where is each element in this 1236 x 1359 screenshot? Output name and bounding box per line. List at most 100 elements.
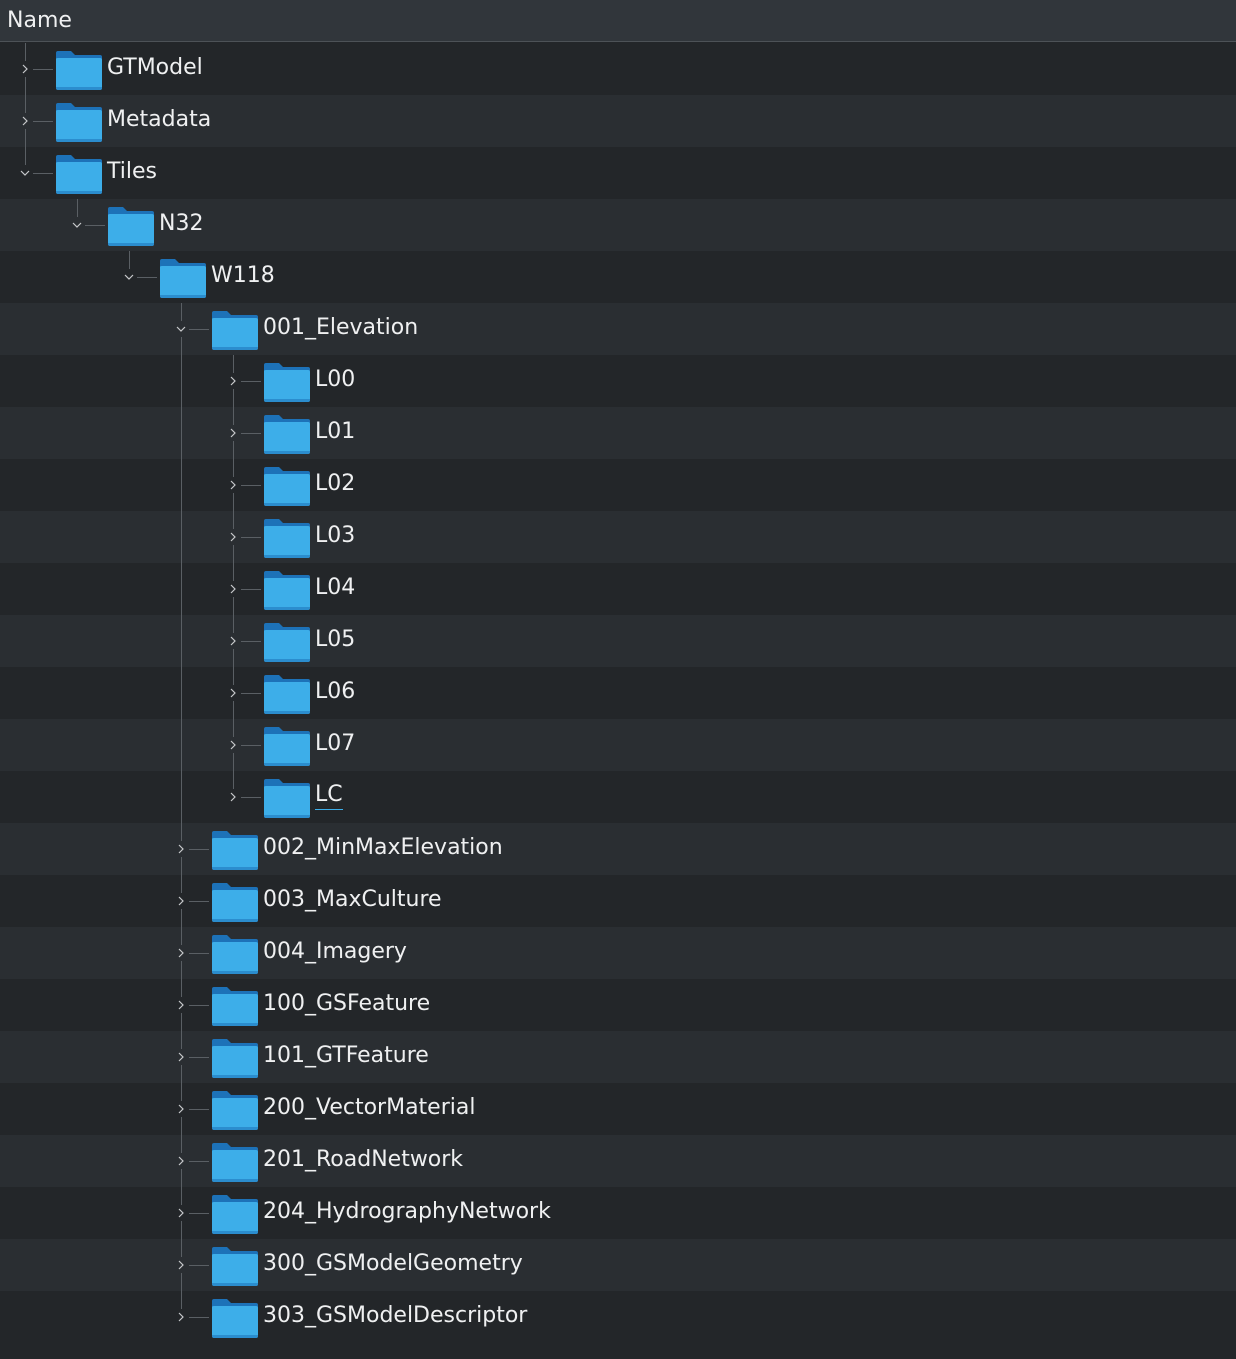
folder-icon <box>263 777 311 819</box>
folder-name-label: L03 <box>315 523 356 548</box>
folder-name-label: Tiles <box>107 159 157 184</box>
tree-row[interactable]: 200_VectorMaterial <box>0 1083 1236 1135</box>
tree-guide-line <box>181 459 182 511</box>
folder-name-label: L01 <box>315 419 356 444</box>
folder-name-label: LC <box>315 781 343 810</box>
expand-chevron-icon[interactable] <box>225 737 241 753</box>
folder-name-label: Metadata <box>107 107 212 132</box>
expand-chevron-icon[interactable] <box>173 1257 189 1273</box>
folder-icon <box>211 1297 259 1339</box>
tree-row[interactable]: 204_HydrographyNetwork <box>0 1187 1236 1239</box>
folder-icon <box>263 465 311 507</box>
folder-name-label: N32 <box>159 211 204 236</box>
tree-row[interactable]: 303_GSModelDescriptor <box>0 1291 1236 1343</box>
folder-icon <box>263 569 311 611</box>
folder-icon <box>211 829 259 871</box>
tree-row[interactable]: W118 <box>0 251 1236 303</box>
tree-row[interactable]: 004_Imagery <box>0 927 1236 979</box>
expand-chevron-icon[interactable] <box>173 841 189 857</box>
expand-chevron-icon[interactable] <box>225 685 241 701</box>
tree-row[interactable]: 101_GTFeature <box>0 1031 1236 1083</box>
tree-row[interactable]: Tiles <box>0 147 1236 199</box>
folder-icon <box>263 361 311 403</box>
folder-name-label: L07 <box>315 731 356 756</box>
expand-chevron-icon[interactable] <box>225 581 241 597</box>
expand-chevron-icon[interactable] <box>173 893 189 909</box>
folder-name-label: 101_GTFeature <box>263 1043 429 1068</box>
folder-name-label: 300_GSModelGeometry <box>263 1251 523 1276</box>
expand-chevron-icon[interactable] <box>225 633 241 649</box>
expand-chevron-icon[interactable] <box>225 425 241 441</box>
expand-chevron-icon[interactable] <box>173 1153 189 1169</box>
tree-row[interactable]: L06 <box>0 667 1236 719</box>
expand-chevron-icon[interactable] <box>225 373 241 389</box>
expand-chevron-icon[interactable] <box>173 1101 189 1117</box>
tree-row[interactable]: L03 <box>0 511 1236 563</box>
folder-name-label: 200_VectorMaterial <box>263 1095 476 1120</box>
tree-row[interactable]: 002_MinMaxElevation <box>0 823 1236 875</box>
folder-name-label: L04 <box>315 575 356 600</box>
folder-icon <box>55 153 103 195</box>
folder-name-label: 204_HydrographyNetwork <box>263 1199 551 1224</box>
tree-guide-line <box>181 615 182 667</box>
tree-row[interactable]: L05 <box>0 615 1236 667</box>
expand-chevron-icon[interactable] <box>173 997 189 1013</box>
folder-icon <box>211 1037 259 1079</box>
folder-icon <box>211 881 259 923</box>
tree-row[interactable]: 003_MaxCulture <box>0 875 1236 927</box>
folder-icon <box>263 621 311 663</box>
expand-chevron-icon[interactable] <box>225 789 241 805</box>
tree-row[interactable]: N32 <box>0 199 1236 251</box>
folder-tree: GTModel Metadata Tiles N32 W118 001_Elevation… <box>0 43 1236 1343</box>
expand-chevron-icon[interactable] <box>173 1205 189 1221</box>
folder-name-label: GTModel <box>107 55 203 80</box>
tree-guide-line <box>181 719 182 771</box>
collapse-chevron-icon[interactable] <box>17 165 33 181</box>
tree-row[interactable]: LC <box>0 771 1236 823</box>
folder-icon <box>211 1193 259 1235</box>
tree-guide-line <box>181 771 182 823</box>
tree-row[interactable]: 100_GSFeature <box>0 979 1236 1031</box>
collapse-chevron-icon[interactable] <box>69 217 85 233</box>
expand-chevron-icon[interactable] <box>173 1049 189 1065</box>
tree-guide-line <box>181 511 182 563</box>
tree-row[interactable]: 300_GSModelGeometry <box>0 1239 1236 1291</box>
folder-icon <box>263 413 311 455</box>
tree-row[interactable]: L02 <box>0 459 1236 511</box>
column-header[interactable]: Name <box>0 0 1236 42</box>
folder-icon <box>55 101 103 143</box>
folder-icon <box>55 49 103 91</box>
tree-guide-line <box>181 355 182 407</box>
folder-name-label: 201_RoadNetwork <box>263 1147 464 1172</box>
expand-chevron-icon[interactable] <box>17 113 33 129</box>
tree-row[interactable]: GTModel <box>0 43 1236 95</box>
folder-name-label: 100_GSFeature <box>263 991 431 1016</box>
tree-row[interactable]: L07 <box>0 719 1236 771</box>
folder-icon <box>159 257 207 299</box>
collapse-chevron-icon[interactable] <box>173 321 189 337</box>
tree-row[interactable]: L00 <box>0 355 1236 407</box>
expand-chevron-icon[interactable] <box>173 1309 189 1325</box>
expand-chevron-icon[interactable] <box>173 945 189 961</box>
folder-icon <box>263 673 311 715</box>
collapse-chevron-icon[interactable] <box>121 269 137 285</box>
folder-name-label: L00 <box>315 367 356 392</box>
tree-row[interactable]: L01 <box>0 407 1236 459</box>
tree-guide-line <box>181 563 182 615</box>
folder-name-label: 303_GSModelDescriptor <box>263 1303 528 1328</box>
folder-name-label: 002_MinMaxElevation <box>263 835 503 860</box>
expand-chevron-icon[interactable] <box>17 61 33 77</box>
tree-row[interactable]: Metadata <box>0 95 1236 147</box>
folder-name-label: L05 <box>315 627 356 652</box>
expand-chevron-icon[interactable] <box>225 529 241 545</box>
folder-name-label: L06 <box>315 679 356 704</box>
folder-icon <box>211 309 259 351</box>
folder-icon <box>107 205 155 247</box>
folder-name-label: 001_Elevation <box>263 315 419 340</box>
tree-guide-line <box>181 667 182 719</box>
tree-row[interactable]: 201_RoadNetwork <box>0 1135 1236 1187</box>
expand-chevron-icon[interactable] <box>225 477 241 493</box>
tree-row[interactable]: 001_Elevation <box>0 303 1236 355</box>
tree-row[interactable]: L04 <box>0 563 1236 615</box>
folder-name-label: 003_MaxCulture <box>263 887 442 912</box>
